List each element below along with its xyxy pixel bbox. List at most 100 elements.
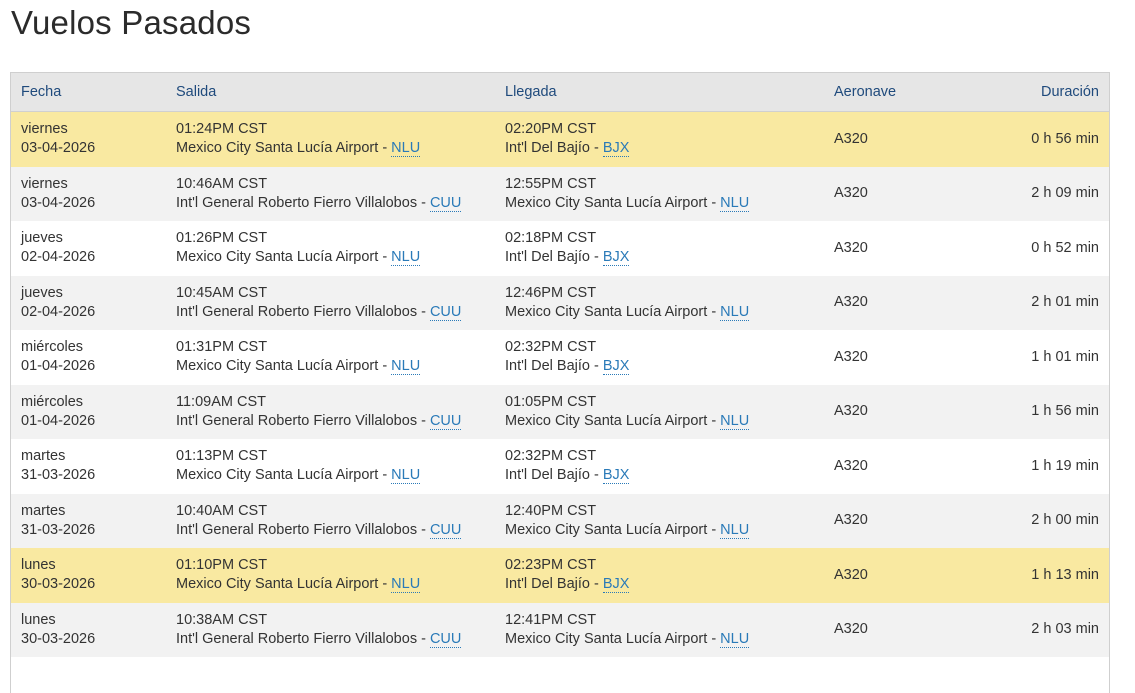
departure-airport-code-link[interactable]: NLU — [391, 358, 421, 376]
cell-fecha: viernes 03-04-2026 — [11, 175, 176, 213]
departure-airport-name: Mexico City Santa Lucía Airport - — [176, 358, 392, 375]
table-row[interactable]: viernes 03-04-2026 10:46AM CST Int'l Genera… — [11, 166, 1109, 221]
cell-duracion: 2 h 01 min — [1031, 294, 1099, 311]
arrival-airport-code-link[interactable]: NLU — [720, 630, 750, 648]
table-row[interactable]: lunes 30-03-2026 10:38AM CST Int'l General … — [11, 602, 1109, 657]
arrival-time: 02:32PM CST — [505, 448, 597, 465]
cell-aeronave: A320 — [834, 185, 868, 202]
arrival-airport-code-link[interactable]: BJX — [602, 467, 630, 485]
cell-duracion: 2 h 09 min — [1031, 185, 1099, 202]
arrival-time: 02:18PM CST — [505, 230, 597, 247]
cell-salida: 10:45AM CST Int'l General Roberto Fierro … — [176, 284, 505, 322]
arrival-airport-name: Int'l Del Bajío - — [505, 358, 603, 375]
cell-llegada: 12:46PM CST Mexico City Santa Lucía Airpo… — [505, 284, 834, 322]
cell-duracion: 1 h 56 min — [1031, 403, 1099, 420]
cell-fecha: viernes 03-04-2026 — [11, 120, 176, 158]
flight-date: 31-03-2026 — [21, 467, 96, 484]
arrival-time: 02:20PM CST — [505, 121, 597, 138]
header-llegada[interactable]: Llegada — [505, 84, 834, 100]
arrival-airport: Int'l Del Bajío - BJX — [505, 357, 834, 376]
day-name: jueves — [21, 284, 63, 301]
cell-fecha: lunes 30-03-2026 — [11, 556, 176, 594]
departure-time: 01:13PM CST — [176, 448, 268, 465]
arrival-time: 12:55PM CST — [505, 175, 597, 192]
table-body: viernes 03-04-2026 01:24PM CST Mexico City … — [11, 112, 1109, 657]
day-name: miércoles — [21, 393, 84, 410]
departure-airport: Mexico City Santa Lucía Airport - NLU — [176, 248, 505, 267]
departure-airport-name: Mexico City Santa Lucía Airport - — [176, 249, 392, 266]
departure-airport-code-link[interactable]: NLU — [391, 249, 421, 267]
arrival-airport: Mexico City Santa Lucía Airport - NLU — [505, 194, 834, 213]
table-row[interactable]: lunes 30-03-2026 01:10PM CST Mexico City Sa… — [11, 548, 1109, 603]
departure-airport-code-link[interactable]: CUU — [429, 412, 462, 430]
cell-aeronave: A320 — [834, 130, 868, 147]
arrival-airport: Mexico City Santa Lucía Airport - NLU — [505, 521, 834, 540]
cell-llegada: 02:20PM CST Int'l Del Bajío - BJX — [505, 120, 834, 158]
table-row[interactable]: martes 31-03-2026 10:40AM CST Int'l General… — [11, 493, 1109, 548]
departure-airport-name: Int'l General Roberto Fierro Villalobos … — [176, 630, 430, 647]
departure-time: 10:40AM CST — [176, 502, 268, 519]
arrival-airport-code-link[interactable]: BJX — [602, 358, 630, 376]
departure-airport: Mexico City Santa Lucía Airport - NLU — [176, 575, 505, 594]
flight-date: 03-04-2026 — [21, 194, 96, 211]
page-title: Vuelos Pasados — [11, 4, 252, 41]
arrival-airport-code-link[interactable]: NLU — [720, 194, 750, 212]
table-row[interactable]: jueves 02-04-2026 10:45AM CST Int'l General… — [11, 275, 1109, 330]
past-flights-table: Fecha Salida Llegada Aeronave Duración v… — [10, 72, 1110, 693]
cell-llegada: 12:40PM CST Mexico City Santa Lucía Airpo… — [505, 502, 834, 540]
arrival-airport-code-link[interactable]: BJX — [602, 140, 630, 158]
arrival-airport: Mexico City Santa Lucía Airport - NLU — [505, 412, 834, 431]
departure-airport-code-link[interactable]: NLU — [391, 467, 421, 485]
departure-airport-code-link[interactable]: NLU — [391, 140, 421, 158]
departure-airport-code-link[interactable]: CUU — [429, 630, 462, 648]
cell-duracion: 2 h 03 min — [1031, 621, 1099, 638]
day-name: martes — [21, 448, 66, 465]
cell-salida: 10:46AM CST Int'l General Roberto Fierro … — [176, 175, 505, 213]
arrival-airport-code-link[interactable]: BJX — [602, 576, 630, 594]
arrival-airport-code-link[interactable]: NLU — [720, 303, 750, 321]
cell-fecha: miércoles 01-04-2026 — [11, 338, 176, 376]
day-name: jueves — [21, 230, 63, 247]
flight-date: 30-03-2026 — [21, 630, 96, 647]
departure-airport: Int'l General Roberto Fierro Villalobos … — [176, 303, 505, 322]
departure-time: 10:38AM CST — [176, 611, 268, 628]
cell-salida: 01:24PM CST Mexico City Santa Lucía Airpo… — [176, 120, 505, 158]
cell-llegada: 02:23PM CST Int'l Del Bajío - BJX — [505, 556, 834, 594]
arrival-airport-code-link[interactable]: NLU — [720, 521, 750, 539]
departure-airport-code-link[interactable]: CUU — [429, 303, 462, 321]
arrival-airport-name: Mexico City Santa Lucía Airport - — [505, 194, 721, 211]
departure-airport-code-link[interactable]: CUU — [429, 194, 462, 212]
table-row[interactable]: jueves 02-04-2026 01:26PM CST Mexico City S… — [11, 221, 1109, 276]
departure-time: 01:31PM CST — [176, 339, 268, 356]
departure-airport-code-link[interactable]: NLU — [391, 576, 421, 594]
departure-airport-name: Int'l General Roberto Fierro Villalobos … — [176, 194, 430, 211]
departure-airport-code-link[interactable]: CUU — [429, 521, 462, 539]
arrival-airport-code-link[interactable]: NLU — [720, 412, 750, 430]
table-row[interactable]: viernes 03-04-2026 01:24PM CST Mexico City … — [11, 112, 1109, 167]
cell-llegada: 01:05PM CST Mexico City Santa Lucía Airpo… — [505, 393, 834, 431]
header-salida[interactable]: Salida — [176, 84, 505, 100]
departure-time: 01:10PM CST — [176, 557, 268, 574]
cell-llegada: 12:55PM CST Mexico City Santa Lucía Airpo… — [505, 175, 834, 213]
cell-salida: 01:31PM CST Mexico City Santa Lucía Airpo… — [176, 338, 505, 376]
departure-airport-name: Mexico City Santa Lucía Airport - — [176, 576, 392, 593]
cell-llegada: 02:18PM CST Int'l Del Bajío - BJX — [505, 229, 834, 267]
arrival-airport-name: Int'l Del Bajío - — [505, 576, 603, 593]
header-aeronave[interactable]: Aeronave — [834, 84, 984, 100]
arrival-time: 12:40PM CST — [505, 502, 597, 519]
table-row[interactable]: miércoles 01-04-2026 11:09AM CST Int'l Gene… — [11, 384, 1109, 439]
table-row[interactable]: martes 31-03-2026 01:13PM CST Mexico City S… — [11, 439, 1109, 494]
arrival-airport: Int'l Del Bajío - BJX — [505, 466, 834, 485]
cell-aeronave: A320 — [834, 348, 868, 365]
departure-time: 11:09AM CST — [176, 393, 266, 410]
arrival-airport-name: Int'l Del Bajío - — [505, 467, 603, 484]
arrival-airport-name: Int'l Del Bajío - — [505, 140, 603, 157]
cell-fecha: jueves 02-04-2026 — [11, 284, 176, 322]
arrival-airport-code-link[interactable]: BJX — [602, 249, 630, 267]
cell-fecha: jueves 02-04-2026 — [11, 229, 176, 267]
table-row[interactable]: miércoles 01-04-2026 01:31PM CST Mexico Cit… — [11, 330, 1109, 385]
cell-llegada: 02:32PM CST Int'l Del Bajío - BJX — [505, 338, 834, 376]
header-duracion[interactable]: Duración — [984, 84, 1109, 100]
header-fecha[interactable]: Fecha — [11, 84, 176, 100]
departure-airport: Mexico City Santa Lucía Airport - NLU — [176, 139, 505, 158]
